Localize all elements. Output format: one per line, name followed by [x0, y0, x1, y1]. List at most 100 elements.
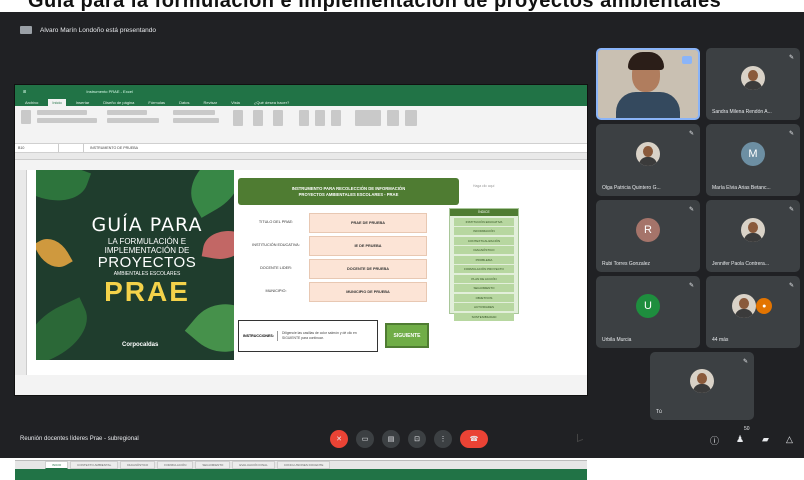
ribbon-tab[interactable]: Revisar	[200, 99, 222, 106]
info-icon[interactable]: ⓘ	[710, 434, 719, 447]
index-item[interactable]: CONTEXTUALIZACIÓN	[454, 236, 514, 245]
ribbon-tab[interactable]: Vista	[227, 99, 244, 106]
field-value[interactable]: IE DE PRUEBA	[309, 236, 427, 256]
delete-cells-icon	[315, 110, 325, 126]
mic-off-icon: ✎	[742, 359, 748, 365]
ribbon-tab[interactable]: Datos	[175, 99, 193, 106]
ribbon-tab[interactable]: ¿Qué desea hacer?	[250, 99, 293, 106]
font-selector	[37, 110, 87, 115]
index-item[interactable]: DIAGNÓSTICO	[454, 246, 514, 254]
cover-line: PROYECTOS	[97, 254, 197, 271]
ribbon-tab[interactable]: Insertar	[72, 99, 94, 106]
sheet-tab[interactable]: CONCLUSIONES DOCENTE	[276, 461, 331, 469]
person-body	[616, 92, 680, 118]
participant-tile[interactable]: ✎ U Urbila Murcia	[596, 276, 700, 348]
index-item[interactable]: INSTITUCIÓN EDUCATIVA	[454, 217, 514, 226]
pin-icon[interactable]	[682, 56, 692, 64]
more-avatar: ●	[756, 298, 773, 315]
ribbon-tab[interactable]: Archivo	[21, 99, 42, 106]
avatar	[690, 368, 714, 393]
insert-cells-icon	[299, 110, 309, 126]
banner-line: PROYECTOS AMBIENTALES ESCOLARES - PRAE	[298, 191, 399, 197]
mic-off-icon: ✎	[688, 131, 694, 137]
field-value[interactable]: PRAE DE PRUEBA	[309, 213, 427, 233]
instrument-banner: INSTRUMENTO PARA RECOLECCIÓN DE INFORMAC…	[238, 178, 459, 205]
index-item[interactable]: SEGUIMIENTO	[454, 284, 514, 292]
mouse-cursor-icon	[577, 431, 583, 443]
sheet-tab[interactable]: SEGUIMIENTO	[195, 461, 231, 469]
index-item[interactable]: SOSTENIBILIDAD	[454, 312, 514, 321]
sheet-tab-active[interactable]: INICIO	[45, 461, 69, 469]
mic-off-icon: ✎	[688, 207, 694, 213]
people-count: 50	[744, 426, 750, 432]
worksheet[interactable]: GUÍA PARA LA FORMULACIÓN E IMPLEMENTACIÓ…	[15, 170, 587, 480]
index-item[interactable]: INFORMACIÓN	[454, 227, 514, 235]
name-box[interactable]: B10	[15, 144, 59, 152]
cover-prae: PRAE	[104, 276, 190, 307]
index-item[interactable]: OBJETIVOS	[454, 293, 514, 302]
corpocaldas-logo: Corpocaldas	[122, 342, 159, 348]
captions-button[interactable]: ▤	[382, 430, 400, 448]
camera-button[interactable]: ▭	[356, 430, 374, 448]
paste-icon	[21, 110, 31, 124]
sheet-tab[interactable]: DIAGNÓSTICO	[120, 461, 156, 469]
cover-text: GUÍA PARA LA FORMULACIÓN E IMPLEMENTACIÓ…	[72, 216, 222, 307]
excel-ribbon-tabs: Archivo Inicio Insertar Diseño de página…	[15, 97, 587, 106]
page-title-strip: Guía para la formulación e implementació…	[0, 0, 804, 12]
index-item[interactable]: ACTIVIDADES	[454, 303, 514, 311]
people-icon[interactable]: ♟	[736, 434, 744, 445]
ribbon-tab[interactable]: Fórmulas	[144, 99, 169, 106]
participant-name: Tú	[656, 409, 662, 415]
participant-tile[interactable]: ✎ R Rubi Torres Gonzalez	[596, 200, 700, 272]
mic-off-button[interactable]: ✕	[330, 430, 348, 448]
chat-icon[interactable]: ▰	[762, 434, 769, 445]
hang-up-button[interactable]: ☎	[460, 430, 488, 448]
more-options-button[interactable]: ⋮	[434, 430, 452, 448]
present-button[interactable]: ⊡	[408, 430, 426, 448]
page-title: Guía para la formulación e implementació…	[28, 0, 722, 12]
field-value[interactable]: DOCENTE DE PRUEBA	[309, 259, 427, 279]
participant-tile[interactable]: ✎ Sandra Milena Rendón A...	[706, 48, 800, 120]
index-item[interactable]: PROBLEMA	[454, 255, 514, 264]
participant-tile[interactable]: ✎ M María Elvia Arias Betanc...	[706, 124, 800, 196]
field-label: MUNICIPIO:	[265, 289, 287, 293]
activities-icon[interactable]: △	[786, 434, 793, 445]
participant-tile[interactable]: ✎ Jennifer Paola Contrera...	[706, 200, 800, 272]
column-headers	[15, 153, 587, 160]
number-format	[173, 110, 215, 115]
prae-cover-image: GUÍA PARA LA FORMULACIÓN E IMPLEMENTACIÓ…	[36, 170, 234, 360]
instructions-box: INSTRUCCIONES: Diligencie las casillas d…	[238, 320, 378, 352]
instructions-label: INSTRUCCIONES:	[243, 334, 274, 338]
field-value[interactable]: MUNICIPIO DE PRUEBA	[309, 282, 427, 302]
instructions-text: Diligencie las casillas de color salmón …	[277, 331, 373, 341]
more-participants-tile[interactable]: ✎ ● 44 más	[706, 276, 800, 348]
merge-icons	[107, 118, 159, 123]
index-item[interactable]: FORMULACIÓN PROYECTO	[454, 265, 514, 273]
excel-statusbar	[15, 469, 587, 480]
formula-input[interactable]: INSTRUMENTO DE PRUEBA	[83, 144, 138, 152]
mic-off-icon: ✎	[788, 283, 794, 289]
participant-name: Rubi Torres Gonzalez	[602, 261, 650, 267]
self-view-tile[interactable]	[596, 48, 700, 120]
leaf-decoration	[36, 170, 92, 212]
sheet-tab[interactable]: CONTEXTO AMBIENTAL	[70, 461, 119, 469]
participant-name: Jennifer Paola Contrera...	[712, 261, 769, 267]
formula-bar: B10 INSTRUMENTO DE PRUEBA	[15, 144, 587, 153]
cover-line: LA FORMULACIÓN E	[107, 237, 187, 246]
self-tile[interactable]: ✎ Tú	[650, 352, 754, 420]
excel-logo-icon: ⊞	[23, 88, 27, 94]
flower-decoration	[36, 231, 73, 275]
conditional-format-icon	[233, 110, 243, 126]
next-button[interactable]: SIGUIENTE	[385, 323, 429, 348]
ribbon-tab-active[interactable]: Inicio	[48, 99, 66, 106]
sheet-tab[interactable]: EVALUACIÓN FINAL	[232, 461, 275, 469]
shared-screen[interactable]: ⊞ Instrumento PRAE - Excel Archivo Inici…	[14, 84, 588, 480]
ribbon-tab[interactable]: Diseño de página	[99, 99, 138, 106]
sheet-tab[interactable]: FORMULACIÓN	[157, 461, 194, 469]
mic-off-icon: ✎	[688, 283, 694, 289]
index-item[interactable]: PLAN DE ACCIÓN	[454, 274, 514, 283]
avatar	[741, 66, 765, 91]
present-screen-icon	[20, 26, 32, 34]
participant-tile[interactable]: ✎ Olga Patricia Quintero G...	[596, 124, 700, 196]
presenter-bar: Alvaro Marín Londoño está presentando	[20, 22, 156, 38]
